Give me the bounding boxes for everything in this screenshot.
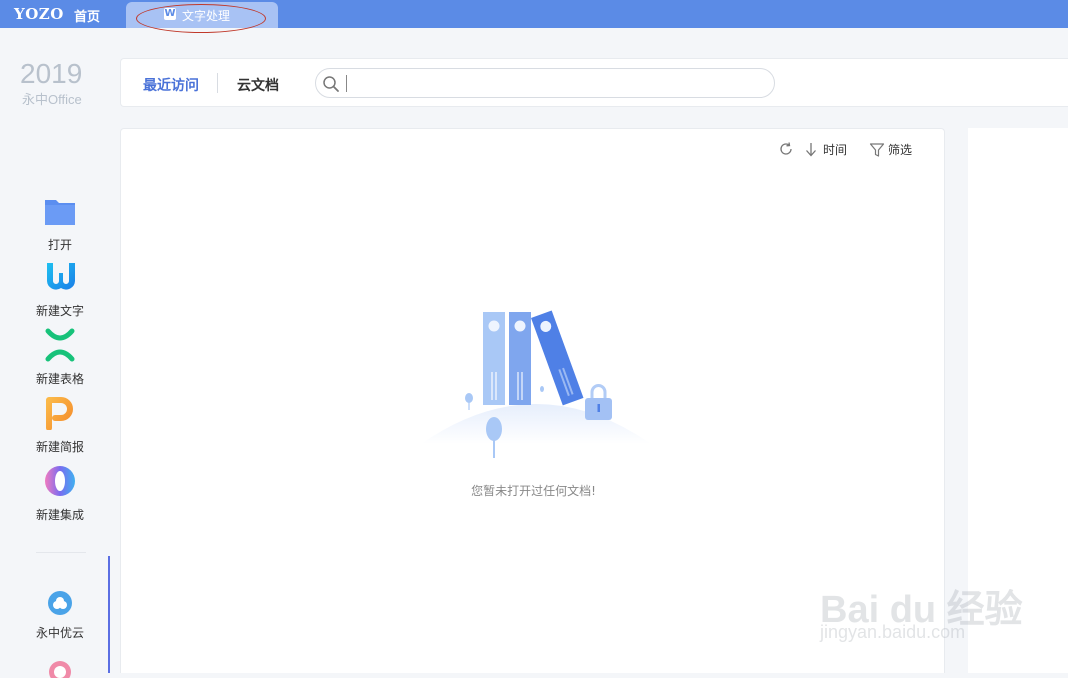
sidebar-item-new-sheet[interactable]: 新建表格 (0, 328, 120, 387)
sidebar-divider (36, 552, 86, 553)
header-panel: 最近访问 云文档 (120, 58, 1068, 107)
brand-year: 2019 (20, 58, 83, 89)
sidebar-item-new-presentation[interactable]: 新建简报 (0, 396, 120, 455)
search-input[interactable] (350, 73, 754, 95)
text-caret (346, 75, 347, 92)
active-indicator (108, 556, 110, 673)
sidebar-item-yozo-cloud[interactable]: 永中优云 (0, 590, 120, 641)
baidu-jingyan-watermark: Bai du 经验 jingyan.baidu.com (820, 560, 1060, 660)
app-logo: YOZO (14, 5, 64, 23)
tab-recent[interactable]: 最近访问 (143, 75, 199, 95)
filter-icon (869, 142, 885, 157)
tab-cloud-docs[interactable]: 云文档 (237, 75, 279, 95)
integrated-icon (45, 466, 75, 496)
sidebar-item-open[interactable]: 打开 (0, 194, 120, 253)
refresh-icon (780, 142, 792, 155)
refresh-button[interactable] (778, 141, 794, 157)
brand-name: 永中Office (22, 92, 82, 107)
nav-divider (217, 73, 218, 93)
empty-state-message: 您暂未打开过任何文档! (471, 484, 596, 498)
cloud-icon (48, 591, 72, 615)
sort-label: 时间 (823, 143, 848, 157)
sidebar-item-label: 新建表格 (35, 372, 84, 386)
sidebar-item-label: 打开 (47, 238, 72, 252)
filter-label: 筛选 (888, 143, 913, 157)
search-icon (323, 76, 339, 92)
watermark-url: jingyan.baidu.com (820, 622, 966, 642)
sidebar-item-new-writer[interactable]: 新建文字 (0, 260, 120, 319)
home-tab[interactable]: 首页 (74, 6, 100, 25)
sidebar-item-label: 永中优云 (35, 626, 84, 640)
sidebar-item-label: 新建集成 (35, 508, 84, 522)
sidebar-item-new-integrated[interactable]: 新建集成 (0, 464, 120, 523)
binders-lock-illustration (421, 310, 651, 458)
app-store-icon[interactable] (48, 658, 72, 678)
presentation-p-icon (46, 397, 73, 430)
sidebar-item-label: 新建文字 (35, 304, 84, 318)
sort-down-icon (806, 142, 816, 156)
filter-button[interactable]: 筛选 (869, 141, 912, 158)
sidebar-item-label: 新建简报 (35, 440, 84, 454)
sheet-x-icon (45, 328, 75, 362)
sidebar: 2019 永中Office 打开 新建文字 新建表格 新建简报 新建集成 永中优… (0, 28, 110, 678)
red-annotation-ellipse (136, 4, 266, 33)
search-box[interactable] (315, 68, 775, 98)
folder-icon (45, 200, 75, 225)
writer-w-icon (47, 263, 75, 290)
sort-time-button[interactable]: 时间 (803, 141, 847, 158)
